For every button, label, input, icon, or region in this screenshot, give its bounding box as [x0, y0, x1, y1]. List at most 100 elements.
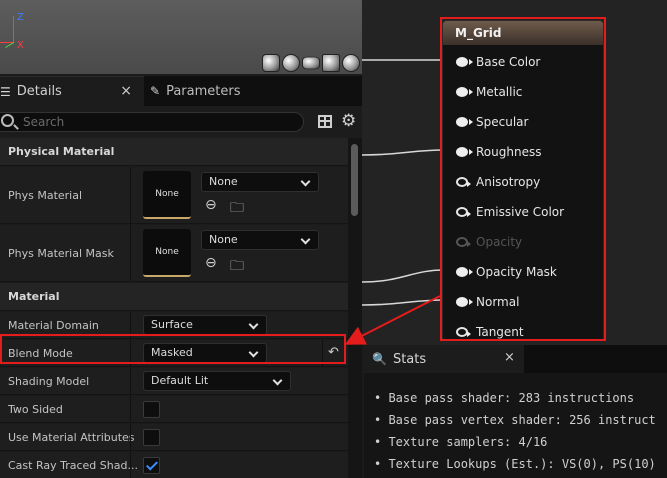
- pin-connected-icon[interactable]: [456, 87, 473, 97]
- phys-material-label: Phys Material: [8, 189, 83, 202]
- search-box[interactable]: [0, 112, 304, 132]
- stats-tab-bar: 🔍 Stats ×: [364, 345, 667, 373]
- gear-icon[interactable]: ⚙: [341, 111, 356, 131]
- axis-z-line: [13, 16, 14, 42]
- preview-shape-toolbar: [262, 54, 360, 72]
- pin-tangent[interactable]: Tangent: [456, 323, 524, 341]
- phys-material-thumbnail[interactable]: None: [143, 171, 191, 219]
- pin-label: Metallic: [476, 85, 523, 99]
- pin-emissive-color[interactable]: Emissive Color: [456, 203, 564, 221]
- section-physical-material[interactable]: Physical Material: [0, 138, 348, 166]
- plane-preview-icon[interactable]: [302, 56, 320, 70]
- pin-roughness[interactable]: Roughness: [456, 143, 541, 161]
- pin-opacity-mask[interactable]: Opacity Mask: [456, 263, 557, 281]
- column-divider: [130, 167, 131, 223]
- search-row: ⚙: [0, 106, 362, 138]
- column-divider: [130, 452, 131, 478]
- use-selected-asset-icon[interactable]: ⊖: [205, 197, 217, 213]
- pin-label: Opacity: [476, 235, 523, 249]
- pin-disabled-icon: [456, 237, 471, 247]
- phys-material-value: None: [209, 175, 238, 188]
- details-tab-bar: ☰ Details × ✎ Parameters: [0, 76, 362, 106]
- material-domain-dropdown[interactable]: Surface: [143, 315, 267, 335]
- tab-details-label: Details: [16, 84, 62, 99]
- pin-normal[interactable]: Normal: [456, 293, 519, 311]
- pin-connected-icon[interactable]: [456, 297, 473, 307]
- reset-column-divider: [322, 340, 323, 366]
- row-use-material-attributes: Use Material Attributes: [0, 424, 348, 451]
- pin-anisotropy[interactable]: Anisotropy: [456, 173, 540, 191]
- pin-connected-icon[interactable]: [456, 147, 473, 157]
- pin-label: Roughness: [476, 145, 542, 159]
- cast-ray-traced-shadows-checkbox[interactable]: [143, 457, 160, 474]
- pin-label: Opacity Mask: [476, 265, 557, 279]
- details-list-icon: ☰: [0, 84, 11, 99]
- phys-material-mask-dropdown[interactable]: None: [201, 230, 319, 250]
- pin-connected-icon[interactable]: [456, 57, 473, 67]
- pin-label: Specular: [476, 115, 529, 129]
- reset-to-default-icon[interactable]: ↶: [328, 345, 339, 360]
- column-divider: [130, 312, 131, 338]
- property-list[interactable]: Physical Material Phys Material None Non…: [0, 138, 348, 478]
- tab-parameters-label: Parameters: [166, 83, 241, 99]
- two-sided-checkbox[interactable]: [143, 401, 160, 418]
- chevron-down-icon: [248, 347, 259, 358]
- column-divider: [130, 368, 131, 394]
- use-material-attributes-checkbox[interactable]: [143, 429, 160, 446]
- teapot-preview-icon[interactable]: [342, 54, 360, 72]
- browse-asset-icon[interactable]: 🗀: [230, 197, 244, 221]
- stat-line: Base pass shader: 283 instructions: [388, 391, 634, 405]
- material-output-node[interactable]: M_Grid Base Color Metallic Specular Roug…: [442, 20, 604, 340]
- section-material[interactable]: Material: [0, 283, 348, 311]
- row-material-domain: Material Domain Surface: [0, 312, 348, 339]
- pin-label: Tangent: [476, 325, 524, 339]
- blend-mode-label: Blend Mode: [8, 347, 73, 360]
- pin-specular[interactable]: Specular: [456, 113, 528, 131]
- stat-line: Base pass vertex shader: 256 instruct: [388, 413, 655, 427]
- tab-stats[interactable]: 🔍 Stats: [364, 345, 524, 373]
- sphere-preview-icon[interactable]: [282, 54, 300, 72]
- pin-base-color[interactable]: Base Color: [456, 53, 540, 71]
- shading-model-dropdown[interactable]: Default Lit: [143, 371, 291, 391]
- blend-mode-dropdown[interactable]: Masked: [143, 343, 267, 363]
- chevron-down-icon: [248, 319, 259, 330]
- chevron-down-icon: [300, 176, 311, 187]
- phys-material-mask-label: Phys Material Mask: [8, 247, 114, 260]
- chevron-down-icon: [272, 375, 283, 386]
- pin-unconnected-icon[interactable]: [456, 327, 471, 337]
- phys-material-dropdown[interactable]: None: [201, 172, 319, 192]
- pin-metallic[interactable]: Metallic: [456, 83, 522, 101]
- cast-ray-traced-shadows-label: Cast Ray Traced Shad...: [8, 459, 138, 472]
- pin-connected-icon[interactable]: [456, 117, 473, 127]
- row-phys-material: Phys Material None None ⊖ 🗀: [0, 167, 348, 224]
- node-title[interactable]: M_Grid: [443, 21, 603, 45]
- axis-x-label: X: [17, 40, 24, 51]
- blend-mode-value: Masked: [151, 346, 193, 359]
- column-divider: [130, 340, 131, 366]
- tab-stats-label: Stats: [392, 351, 427, 367]
- row-shading-model: Shading Model Default Lit: [0, 368, 348, 395]
- details-scrollbar-thumb[interactable]: [351, 144, 358, 216]
- material-domain-label: Material Domain: [8, 319, 99, 332]
- cylinder-preview-icon[interactable]: [262, 54, 280, 72]
- pin-connected-icon[interactable]: [456, 267, 473, 277]
- cube-preview-icon[interactable]: [322, 54, 340, 72]
- material-preview-viewport[interactable]: Z X: [0, 0, 362, 74]
- close-details-tab-icon[interactable]: ×: [120, 83, 132, 99]
- pin-unconnected-icon[interactable]: [456, 177, 471, 187]
- use-selected-asset-icon[interactable]: ⊖: [205, 255, 217, 271]
- stat-line: Texture Lookups (Est.): VS(0), PS(10): [388, 457, 655, 471]
- column-divider: [130, 225, 131, 281]
- phys-material-mask-thumbnail[interactable]: None: [143, 229, 191, 277]
- search-input[interactable]: [21, 114, 281, 130]
- close-stats-tab-icon[interactable]: ×: [504, 350, 515, 365]
- pin-opacity: Opacity: [456, 233, 522, 251]
- pencil-icon: ✎: [150, 84, 161, 98]
- tab-details[interactable]: ☰ Details ×: [0, 76, 144, 106]
- pin-label: Anisotropy: [476, 175, 541, 189]
- pin-unconnected-icon[interactable]: [456, 207, 471, 217]
- table-view-icon[interactable]: [318, 115, 332, 128]
- stats-icon: 🔍: [372, 352, 387, 366]
- tab-parameters[interactable]: ✎ Parameters: [150, 76, 330, 106]
- browse-asset-icon[interactable]: 🗀: [230, 255, 244, 279]
